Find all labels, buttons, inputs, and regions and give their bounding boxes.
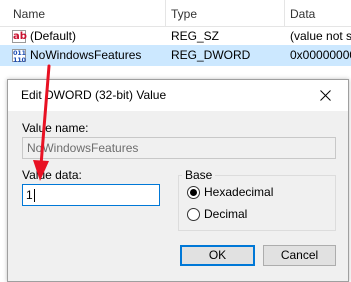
- hexadecimal-label[interactable]: Hexadecimal: [204, 185, 273, 199]
- base-groupbox: [178, 175, 336, 231]
- value-data-input[interactable]: 1: [22, 184, 160, 206]
- column-header-type[interactable]: Type: [165, 0, 285, 26]
- value-name-field: NoWindowsFeatures: [22, 137, 336, 159]
- cancel-button[interactable]: Cancel: [263, 245, 336, 266]
- text-caret: [33, 189, 35, 203]
- close-icon: [319, 90, 331, 101]
- value-data-text: 1: [26, 188, 33, 202]
- ok-button[interactable]: OK: [180, 245, 255, 266]
- value-name-label: Value name:: [22, 121, 89, 135]
- dword-value-icon: 011 110: [12, 49, 26, 64]
- radio-selected-dot: [190, 189, 197, 196]
- row-data: (value not s: [290, 29, 351, 43]
- dialog-title: Edit DWORD (32-bit) Value: [21, 88, 167, 102]
- column-header-name[interactable]: Name: [0, 0, 165, 26]
- row-type: REG_SZ: [171, 29, 220, 43]
- row-data: 0x00000000: [290, 48, 351, 62]
- decimal-label[interactable]: Decimal: [204, 207, 247, 221]
- close-button[interactable]: [302, 80, 348, 111]
- edit-dword-dialog: Edit DWORD (32-bit) Value Value name: No…: [7, 79, 349, 282]
- list-row-default[interactable]: ab (Default) REG_SZ (value not s: [0, 26, 351, 47]
- row-type: REG_DWORD: [171, 48, 251, 62]
- dialog-titlebar[interactable]: Edit DWORD (32-bit) Value: [8, 80, 348, 111]
- row-name: NoWindowsFeatures: [30, 48, 142, 62]
- base-group-title: Base: [182, 168, 216, 182]
- decimal-radio[interactable]: [187, 208, 200, 221]
- string-value-icon: ab: [12, 30, 27, 43]
- list-header: Name Type Data: [0, 0, 351, 27]
- value-data-label: Value data:: [22, 168, 82, 182]
- row-name: (Default): [30, 29, 77, 43]
- list-row-nowindowsfeatures[interactable]: 011 110 NoWindowsFeatures REG_DWORD 0x000…: [0, 45, 351, 66]
- column-header-data[interactable]: Data: [284, 0, 351, 26]
- hexadecimal-radio[interactable]: [187, 186, 200, 199]
